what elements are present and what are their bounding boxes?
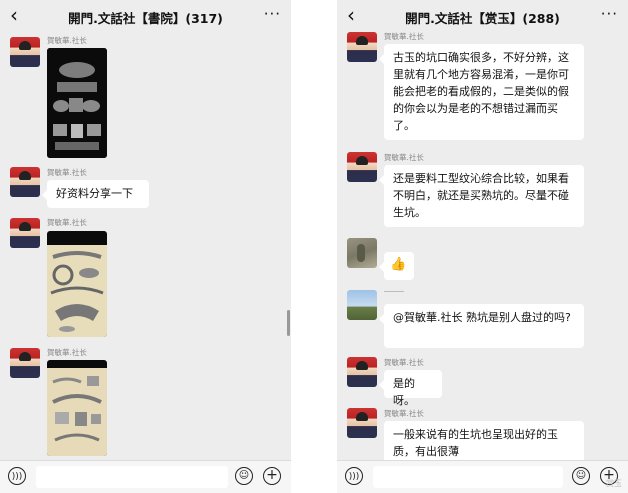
- sender-name: 賀敏華.社长: [384, 409, 424, 418]
- voice-icon[interactable]: ))): [345, 467, 363, 485]
- shared-image[interactable]: [47, 48, 107, 158]
- sender-name: 賀敏華.社长: [384, 358, 424, 367]
- sender-name: 賀敏華.社长: [47, 348, 87, 357]
- jade-pieces-image: [47, 360, 107, 456]
- shared-image[interactable]: [47, 360, 107, 456]
- sender-name: 賀敏華.社长: [47, 168, 87, 177]
- more-icon[interactable]: ···: [601, 5, 618, 23]
- message-bubble[interactable]: 还是要料工型纹沁综合比较，如果看不明白，就还是买熟坑的。尽量不碰生坑。: [379, 165, 584, 227]
- chat-window-left: ‹ 開門.文話社【書院】(317) ··· 賀敏華.社长 賀敏華.社长 好资料分…: [0, 0, 291, 493]
- sender-name: 賀敏華.社长: [47, 218, 87, 227]
- top-bar: ‹ 開門.文話社【書院】(317) ···: [0, 0, 291, 32]
- watermark: 赏玉: [606, 479, 622, 488]
- avatar[interactable]: [347, 152, 377, 182]
- avatar[interactable]: [347, 290, 377, 320]
- chat-title: 開門.文話社【書院】(317): [68, 11, 223, 26]
- avatar[interactable]: [10, 167, 40, 197]
- chat-title: 開門.文話社【赏玉】(288): [405, 11, 560, 26]
- artifact-sheet-image: [47, 48, 107, 158]
- avatar[interactable]: [347, 408, 377, 438]
- avatar[interactable]: [347, 32, 377, 62]
- top-bar: ‹ 開門.文話社【赏玉】(288) ···: [337, 0, 628, 32]
- input-bar: ))) ☺ + 赏玉: [337, 460, 628, 493]
- sender-name-line: [384, 291, 404, 292]
- sender-name: 賀敏華.社长: [384, 32, 424, 41]
- sender-name: 賀敏華.社长: [384, 153, 424, 162]
- avatar[interactable]: [347, 238, 377, 268]
- message-bubble[interactable]: 古玉的坑口确实很多，不好分辨，这里就有几个地方容易混淆，一是你可能会把老的看成假…: [379, 44, 584, 140]
- plus-icon[interactable]: +: [263, 467, 281, 485]
- message-bubble[interactable]: 好资料分享一下: [42, 180, 149, 208]
- shared-image[interactable]: [47, 231, 107, 337]
- avatar[interactable]: [10, 37, 40, 67]
- message-bubble[interactable]: 是的呀。: [379, 370, 442, 407]
- scrollbar[interactable]: [287, 310, 290, 336]
- message-input[interactable]: [36, 466, 228, 488]
- avatar[interactable]: [10, 218, 40, 248]
- sender-name: 賀敏華.社长: [47, 36, 87, 45]
- emoji-icon[interactable]: ☺: [235, 467, 253, 485]
- input-bar: ))) ☺ +: [0, 460, 291, 493]
- emoji-icon[interactable]: ☺: [572, 467, 590, 485]
- message-bubble[interactable]: @賀敏華.社长 熟坑是别人盘过的吗?: [379, 304, 584, 348]
- message-bubble[interactable]: 一般来说有的生坑也呈现出好的玉质，有出很薄: [384, 421, 584, 465]
- message-input[interactable]: [373, 466, 563, 488]
- chat-window-right: ‹ 開門.文話社【赏玉】(288) ··· 賀敏華.社长 古玉的坑口确实很多，不…: [337, 0, 628, 493]
- more-icon[interactable]: ···: [264, 5, 281, 23]
- avatar[interactable]: [10, 348, 40, 378]
- voice-icon[interactable]: ))): [8, 467, 26, 485]
- avatar[interactable]: [347, 357, 377, 387]
- thumbs-up-icon[interactable]: 👍: [379, 252, 414, 280]
- jade-rings-image: [47, 231, 107, 337]
